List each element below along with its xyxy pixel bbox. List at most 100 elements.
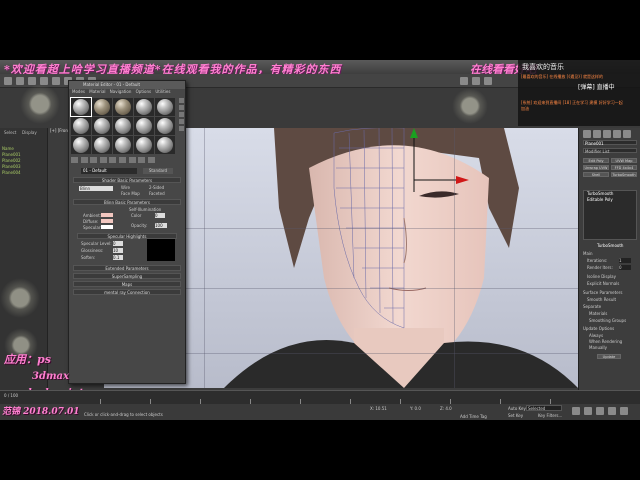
ffd-button[interactable]: FFD 4x4x4: [611, 165, 637, 170]
tab-display[interactable]: Display: [22, 130, 37, 135]
sample-slot[interactable]: [134, 136, 154, 154]
sample-slot[interactable]: [70, 97, 92, 117]
play-icon[interactable]: [572, 407, 580, 415]
make-unique-icon[interactable]: [109, 157, 117, 163]
modifier-stack-item[interactable]: Editable Poly: [584, 197, 636, 203]
orbit-icon[interactable]: [620, 407, 628, 415]
menu-options[interactable]: Options: [136, 89, 151, 94]
modifier-list-dropdown[interactable]: Modifier List: [583, 148, 637, 154]
select-icon[interactable]: [52, 77, 60, 85]
display-tab-icon[interactable]: [623, 130, 631, 138]
sample-slot[interactable]: [113, 117, 133, 135]
option-faceted[interactable]: Faceted: [149, 191, 165, 196]
redo-icon[interactable]: [16, 77, 24, 85]
next-frame-icon[interactable]: [584, 407, 592, 415]
get-material-icon[interactable]: [71, 157, 78, 163]
unwrap-uvw-button[interactable]: Unwrap UVW: [583, 165, 609, 170]
material-editor-icon[interactable]: [484, 77, 492, 85]
spec-level-value[interactable]: 0: [113, 241, 123, 246]
sample-slot[interactable]: [134, 117, 154, 135]
timeline[interactable]: 0 / 100: [0, 390, 640, 404]
self-illum-value[interactable]: 0: [155, 213, 165, 218]
option-facemap[interactable]: Face Map: [121, 191, 140, 196]
uv-tiling-icon[interactable]: [179, 112, 184, 117]
menu-material[interactable]: Material: [89, 89, 105, 94]
object-name-field[interactable]: Plane001: [583, 140, 637, 146]
explicit-normals-checkbox[interactable]: Explicit Normals: [587, 281, 619, 286]
zoom-icon[interactable]: [596, 407, 604, 415]
sample-slot[interactable]: [92, 117, 112, 135]
material-type-button[interactable]: Standard: [143, 168, 173, 174]
sample-slot[interactable]: [71, 136, 91, 154]
shader-dropdown[interactable]: Blinn: [79, 186, 113, 191]
put-to-library-icon[interactable]: [118, 157, 126, 163]
render-setup-icon[interactable]: [472, 77, 480, 85]
rollout-blinn-basic[interactable]: Blinn Basic Parameters: [73, 199, 181, 205]
video-check-icon[interactable]: [179, 119, 184, 124]
specular-swatch[interactable]: [101, 225, 113, 229]
add-time-tag[interactable]: Add Time Tag: [460, 414, 487, 419]
soften-value[interactable]: 0.1: [113, 255, 123, 260]
create-tab-icon[interactable]: [583, 130, 591, 138]
turbosmooth-button[interactable]: TurboSmooth: [611, 172, 637, 177]
options-icon[interactable]: [179, 126, 184, 131]
manually-radio[interactable]: Manually: [589, 345, 607, 350]
when-rendering-radio[interactable]: When Rendering: [589, 339, 622, 344]
background-icon[interactable]: [179, 105, 184, 110]
glossiness-value[interactable]: 10: [113, 248, 123, 253]
shell-button[interactable]: Shell: [583, 172, 609, 177]
option-wire[interactable]: Wire: [121, 185, 130, 190]
menu-utilities[interactable]: Utilities: [155, 89, 170, 94]
y-coordinate[interactable]: Y: 0.0: [410, 406, 421, 411]
rollout-mental-ray[interactable]: mental ray Connection: [73, 289, 181, 295]
set-key-button[interactable]: Set Key: [508, 413, 523, 418]
menu-modes[interactable]: Modes: [72, 89, 85, 94]
go-to-parent-icon[interactable]: [147, 157, 155, 163]
hierarchy-tab-icon[interactable]: [603, 130, 611, 138]
show-map-icon[interactable]: [138, 157, 146, 163]
reset-map-icon[interactable]: [99, 157, 107, 163]
materials-checkbox[interactable]: Materials: [589, 311, 607, 316]
uvw-map-button[interactable]: UVW Map: [611, 158, 637, 163]
x-coordinate[interactable]: X: 10.51: [370, 406, 387, 411]
iterations-value[interactable]: 1: [619, 258, 631, 263]
sample-slot[interactable]: [155, 136, 175, 154]
tab-select[interactable]: Select: [4, 130, 16, 135]
option-2sided[interactable]: 2-Sided: [149, 185, 164, 190]
rollout-maps[interactable]: Maps: [73, 281, 181, 287]
sample-slot[interactable]: [92, 136, 112, 154]
modify-tab-icon[interactable]: [593, 130, 601, 138]
opacity-value[interactable]: 100: [155, 223, 167, 228]
sample-slot[interactable]: [155, 117, 175, 135]
rollout-extended[interactable]: Extended Parameters: [73, 265, 181, 271]
selected-dropdown[interactable]: Selected: [526, 405, 562, 411]
auto-key-button[interactable]: Auto Key: [508, 406, 526, 411]
isoline-checkbox[interactable]: Isoline Display: [587, 274, 616, 279]
key-filters-button[interactable]: Key Filters...: [538, 413, 562, 418]
update-button[interactable]: Update: [597, 354, 621, 359]
list-item[interactable]: Plane004: [2, 170, 44, 176]
rollout-shader-basic[interactable]: Shader Basic Parameters: [73, 177, 181, 183]
turbosmooth-section[interactable]: TurboSmooth: [597, 243, 623, 248]
edit-poly-button[interactable]: Edit Poly: [583, 158, 609, 163]
rollout-supersampling[interactable]: SuperSampling: [73, 273, 181, 279]
sample-slot[interactable]: [113, 136, 133, 154]
render-icon[interactable]: [460, 77, 468, 85]
put-to-scene-icon[interactable]: [80, 157, 88, 163]
render-iters-value[interactable]: 0: [619, 265, 631, 270]
motion-tab-icon[interactable]: [613, 130, 621, 138]
sample-slot[interactable]: [134, 98, 154, 116]
pan-icon[interactable]: [608, 407, 616, 415]
smoothing-groups-checkbox[interactable]: Smoothing Groups: [589, 318, 626, 323]
smooth-result-checkbox[interactable]: Smooth Result: [587, 297, 616, 302]
material-name-field[interactable]: 01 - Default: [81, 168, 137, 174]
backlight-icon[interactable]: [179, 98, 184, 103]
always-radio[interactable]: Always: [589, 333, 603, 338]
ambient-swatch[interactable]: [101, 213, 113, 217]
sample-slot[interactable]: [113, 98, 133, 116]
z-coordinate[interactable]: Z: 4.0: [440, 406, 452, 411]
sample-slot[interactable]: [71, 117, 91, 135]
sample-slot[interactable]: [155, 98, 175, 116]
diffuse-swatch[interactable]: [101, 219, 113, 223]
menu-navigation[interactable]: Navigation: [110, 89, 132, 94]
